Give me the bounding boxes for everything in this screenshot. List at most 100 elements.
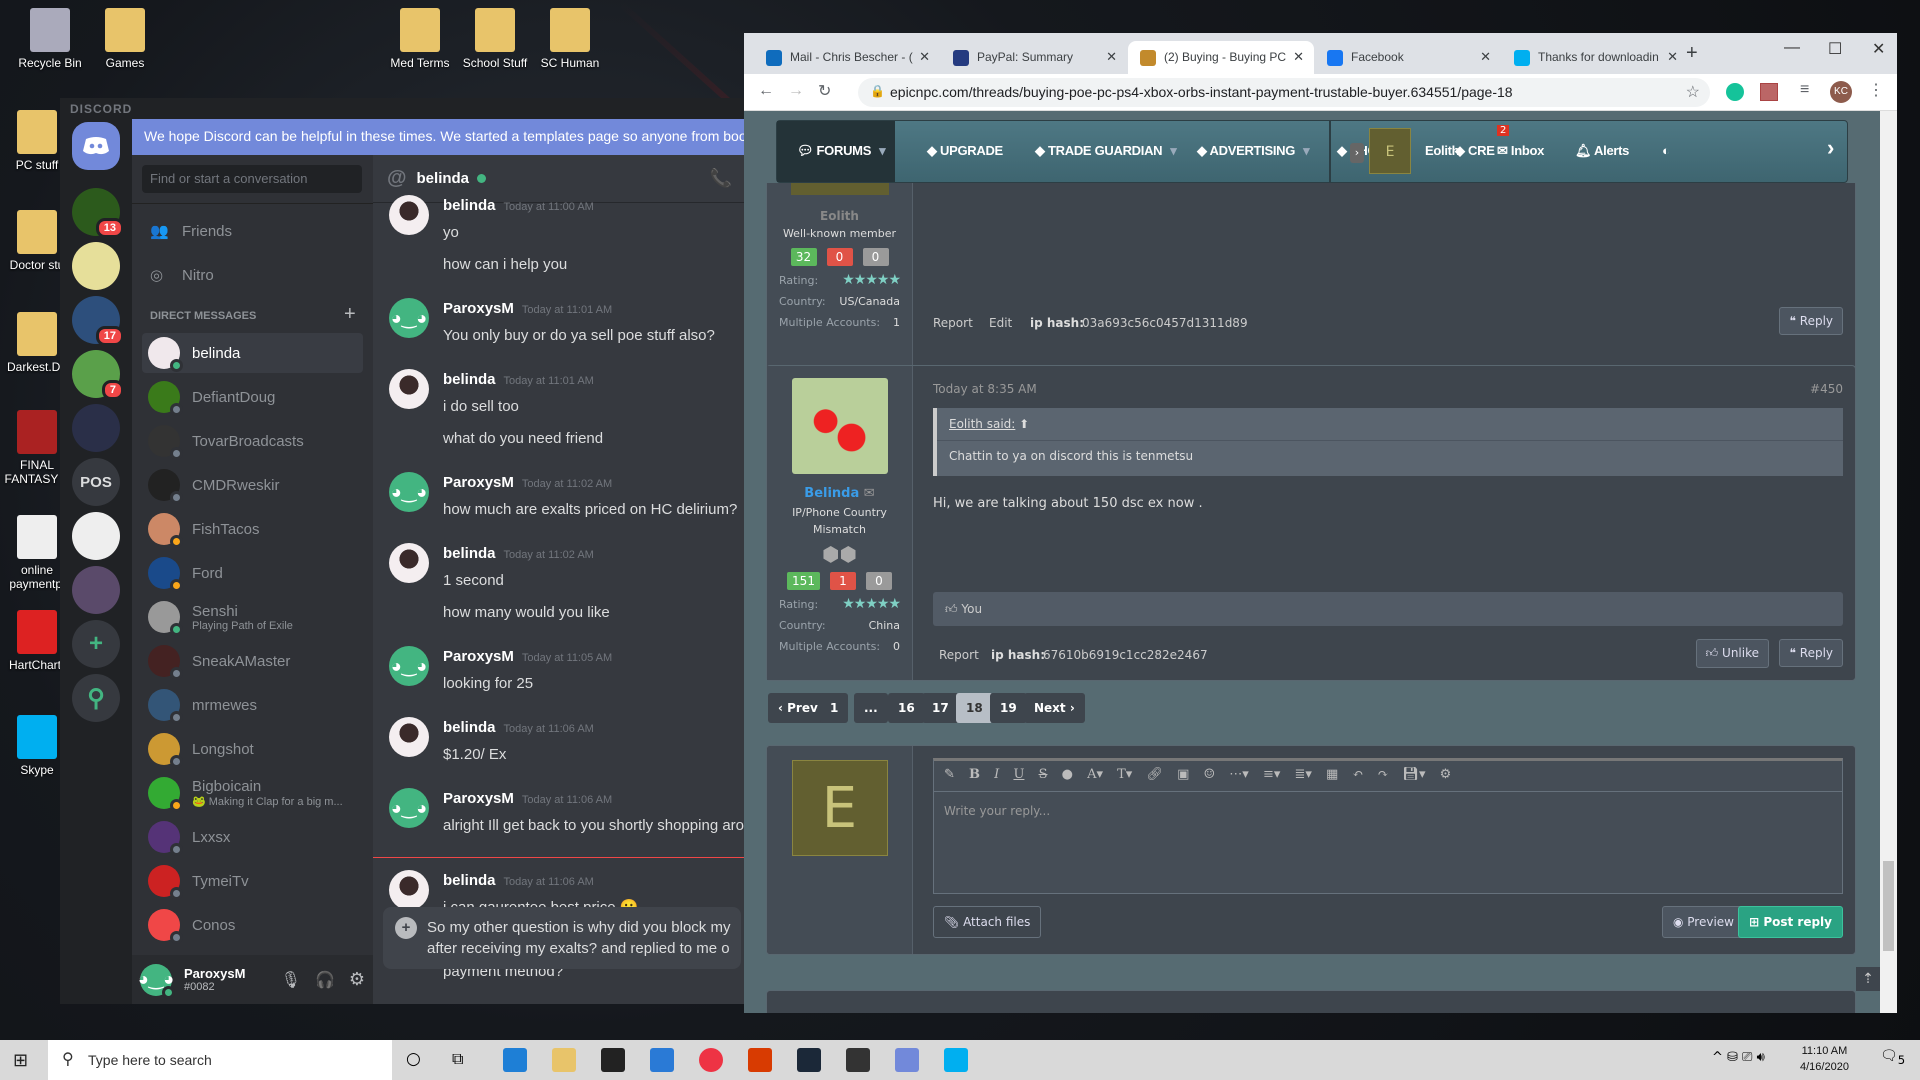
reply-textarea[interactable]: Write your reply... xyxy=(934,792,1842,830)
discord-taskbar-icon[interactable] xyxy=(895,1048,919,1072)
dm-item-mrmewes[interactable]: mrmewes xyxy=(142,685,363,725)
desktop-icon[interactable]: Recycle Bin xyxy=(10,8,90,70)
page-16[interactable]: 16 xyxy=(888,693,925,723)
back-button[interactable]: ← xyxy=(758,82,774,100)
friends-nav[interactable]: 👥 Friends xyxy=(142,211,363,251)
dm-item-lxxsx[interactable]: Lxxsx xyxy=(142,817,363,857)
page-17[interactable]: 17 xyxy=(922,693,959,723)
dm-item-tovarbroadcasts[interactable]: TovarBroadcasts xyxy=(142,421,363,461)
post-time[interactable]: Today at 8:35 AM xyxy=(933,382,1037,396)
nav-next-arrow-icon[interactable]: › xyxy=(1827,135,1834,161)
chrome-icon[interactable] xyxy=(699,1048,723,1072)
message-envelope-icon[interactable]: ✉ xyxy=(864,486,875,501)
clock[interactable]: 11:10 AM 4/16/2020 xyxy=(1800,1043,1849,1075)
new-tab-button[interactable]: + xyxy=(1686,42,1698,65)
nav-trade-guardian[interactable]: ◆ TRADE GUARDIAN ▾ xyxy=(1035,143,1177,159)
message-avatar[interactable] xyxy=(389,717,429,757)
page-1[interactable]: 1 xyxy=(820,693,849,723)
close-tab-icon[interactable]: ✕ xyxy=(1293,49,1304,65)
nav-alerts[interactable]: 🔔︎ Alerts xyxy=(1575,143,1629,159)
menu-kebab-icon[interactable]: ⋮ xyxy=(1868,80,1884,100)
profile-avatar[interactable]: KC xyxy=(1830,81,1852,103)
negative-feedback[interactable]: 1 xyxy=(829,572,856,590)
server-icon[interactable] xyxy=(72,512,120,560)
new-dm-plus-icon[interactable]: + xyxy=(344,303,356,326)
cortana-icon[interactable]: ○ xyxy=(406,1049,421,1069)
browser-tab[interactable]: PayPal: Summary ✕ xyxy=(941,41,1127,74)
explore-servers-icon[interactable]: ⚲ xyxy=(72,674,120,722)
tray-icons[interactable]: ^ ⛁ ⎚ 🔊︎ xyxy=(1712,1050,1765,1065)
preview-button[interactable]: ◉ Preview xyxy=(1661,906,1745,938)
theme-toggle-icon[interactable]: ◐ xyxy=(1662,143,1670,158)
message-avatar[interactable]: ◕‿◕ xyxy=(389,646,429,686)
dropdown-caret-icon[interactable]: ▾ xyxy=(1303,143,1310,158)
page-19[interactable]: 19 xyxy=(990,693,1027,723)
browser-tab[interactable]: (2) Buying - Buying PC ✕ xyxy=(1128,41,1314,74)
neutral-feedback[interactable]: 0 xyxy=(862,248,889,266)
desktop-icon[interactable]: SC Human xyxy=(530,8,610,70)
nav-inbox[interactable]: ✉ Inbox xyxy=(1497,143,1544,159)
server-icon[interactable]: 7 xyxy=(72,350,124,400)
forward-button[interactable]: → xyxy=(788,82,804,100)
store-icon[interactable] xyxy=(601,1048,625,1072)
close-tab-icon[interactable]: ✕ xyxy=(919,49,930,65)
positive-feedback[interactable]: 151 xyxy=(787,572,820,590)
steam-icon[interactable] xyxy=(797,1048,821,1072)
dropdown-caret-icon[interactable]: ▾ xyxy=(1170,143,1177,158)
page-18[interactable]: 18 xyxy=(956,693,993,723)
page-scrollbar[interactable] xyxy=(1880,111,1897,1013)
message-avatar[interactable]: ◕‿◕ xyxy=(389,788,429,828)
nav-forums[interactable]: 💬︎ FORUMS ▾ xyxy=(797,143,886,159)
minimize-button[interactable]: — xyxy=(1784,39,1800,57)
dm-item-tymeitv[interactable]: TymeiTv xyxy=(142,861,363,901)
message-avatar[interactable] xyxy=(389,369,429,409)
jump-up-icon[interactable]: ⬆ xyxy=(1019,417,1029,431)
message-author[interactable]: ParoxysM xyxy=(443,790,514,807)
dm-item-conos[interactable]: Conos xyxy=(142,905,363,945)
edit-link[interactable]: Edit xyxy=(989,316,1012,330)
server-icon[interactable] xyxy=(72,566,120,614)
server-icon[interactable]: POS xyxy=(72,458,120,506)
negative-feedback[interactable]: 0 xyxy=(826,248,853,266)
message-avatar[interactable] xyxy=(389,543,429,583)
dm-item-fishtacos[interactable]: FishTacos xyxy=(142,509,363,549)
quote-author-link[interactable]: Eolith said: xyxy=(949,417,1015,431)
page-next-button[interactable]: Next › xyxy=(1024,693,1085,723)
dm-item-longshot[interactable]: Longshot xyxy=(142,729,363,769)
dm-item-belinda[interactable]: belinda xyxy=(142,333,363,373)
message-avatar[interactable]: ◕‿◕ xyxy=(389,298,429,338)
mail-icon[interactable] xyxy=(650,1048,674,1072)
close-tab-icon[interactable]: ✕ xyxy=(1480,49,1491,65)
attach-files-button[interactable]: 📎︎ Attach files xyxy=(933,906,1042,938)
message-avatar[interactable]: ◕‿◕ xyxy=(389,472,429,512)
skype-icon[interactable] xyxy=(944,1048,968,1072)
nitro-nav[interactable]: ◎ Nitro xyxy=(142,255,363,295)
desktop-icon[interactable]: School Stuff xyxy=(455,8,535,70)
close-tab-icon[interactable]: ✕ xyxy=(1667,49,1678,65)
likes-text[interactable]: You xyxy=(961,602,982,616)
dm-item-cmdrweskir[interactable]: CMDRweskir xyxy=(142,465,363,505)
belinda-avatar[interactable] xyxy=(791,378,888,474)
editor-toolbar[interactable]: ✎ B I U S ● A▾ T▾ 🔗︎ ▣ ☺ ⋯▾ ≡▾ ≣▾ ▦ ↶ ↷ … xyxy=(934,761,1842,792)
neutral-feedback[interactable]: 0 xyxy=(865,572,892,590)
message-author[interactable]: ParoxysM xyxy=(443,648,514,665)
grammarly-extension-icon[interactable] xyxy=(1726,83,1744,101)
report-link[interactable]: Report xyxy=(939,648,979,662)
page-prev-button[interactable]: ‹ Prev xyxy=(768,693,828,723)
report-link[interactable]: Report xyxy=(933,316,973,330)
notifications-icon[interactable]: 🗨︎5 xyxy=(1880,1048,1905,1067)
message-author[interactable]: belinda xyxy=(443,371,496,388)
message-author[interactable]: belinda xyxy=(443,872,496,889)
post-author[interactable]: Belinda xyxy=(804,486,859,501)
message-author[interactable]: belinda xyxy=(443,197,496,214)
message-author[interactable]: ParoxysM xyxy=(443,300,514,317)
dm-item-ford[interactable]: Ford xyxy=(142,553,363,593)
calculator-icon[interactable] xyxy=(846,1048,870,1072)
taskbar-search[interactable]: ⚲ Type here to search xyxy=(48,1040,392,1080)
call-icon[interactable]: 📞 xyxy=(710,168,732,189)
add-attachment-icon[interactable]: + xyxy=(395,917,417,939)
page-ellipsis[interactable]: ... xyxy=(854,693,888,723)
server-icon[interactable]: 17 xyxy=(72,296,124,346)
add-server-icon[interactable]: + xyxy=(72,620,120,668)
nav-upgrade[interactable]: ◆ UPGRADE xyxy=(927,143,1003,159)
